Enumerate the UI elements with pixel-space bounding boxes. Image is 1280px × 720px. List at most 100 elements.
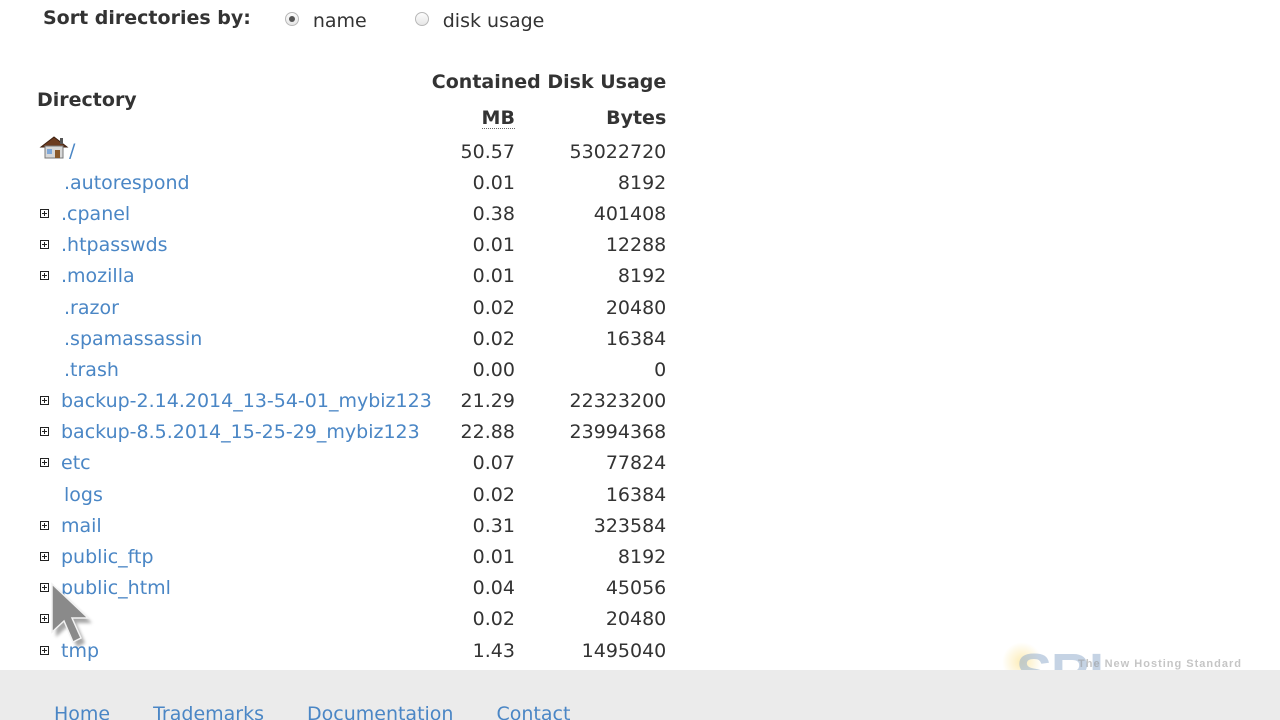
mb-value: 0.02 — [472, 608, 515, 631]
sort-by-disk-usage-radio[interactable] — [414, 12, 429, 26]
table-row: backup-8.5.2014_15-25-29_mybiz123 22.88 23… — [37, 417, 666, 448]
bytes-value: 8192 — [617, 171, 667, 194]
expand-plus-icon[interactable] — [40, 552, 49, 562]
table-row: .razor 0.02 20480 — [37, 292, 666, 323]
table-row: / 50.57 53022720 — [37, 136, 666, 167]
directory-link[interactable]: mail — [61, 515, 102, 537]
directory-link[interactable]: tmp — [61, 640, 99, 662]
bytes-value: 323584 — [593, 514, 667, 537]
directory-link[interactable]: public_ftp — [61, 546, 154, 568]
expand-plus-icon[interactable] — [40, 583, 49, 593]
footer-link-contact[interactable]: Contact — [496, 703, 570, 720]
mb-abbr: MB — [481, 107, 515, 129]
bytes-column-header: Bytes — [606, 107, 667, 129]
footer-link-documentation[interactable]: Documentation — [307, 703, 453, 720]
table-row: backup-2.14.2014_13-54-01_mybiz123 21.29 2… — [37, 386, 666, 417]
footer-links: Home Trademarks Documentation Contact — [54, 703, 613, 720]
home-icon — [39, 135, 69, 164]
expand-plus-icon[interactable] — [40, 396, 49, 406]
bytes-value: 45056 — [605, 577, 667, 600]
expand-plus-icon[interactable] — [40, 208, 49, 218]
directory-cell: public_html — [37, 573, 432, 604]
table-row: logs 0.02 16384 — [37, 479, 666, 510]
table-row: etc 0.07 77824 — [37, 448, 666, 479]
disk-usage-page: Sort directories by: name disk usage Dir… — [0, 0, 1280, 720]
bytes-value: 53022720 — [569, 140, 667, 163]
directory-cell: .mozilla — [37, 261, 432, 292]
directory-cell: logs — [37, 479, 432, 510]
table-row: public_html 0.04 45056 — [37, 573, 666, 604]
directory-link[interactable]: .htpasswds — [61, 234, 168, 256]
sort-label: Sort directories by: — [43, 7, 251, 29]
directory-cell: .autorespond — [37, 167, 432, 198]
bytes-value: 1495040 — [581, 639, 667, 662]
mb-value: 0.01 — [472, 234, 515, 257]
directory-link[interactable]: / — [69, 140, 75, 162]
expand-plus-icon[interactable] — [40, 520, 49, 530]
mb-value: 0.00 — [472, 358, 515, 381]
directory-link[interactable]: public_html — [61, 577, 171, 599]
mb-value: 21.29 — [460, 390, 515, 413]
mb-value: 0.31 — [472, 514, 515, 537]
directory-link[interactable]: logs — [64, 484, 103, 506]
directory-cell: backup-8.5.2014_15-25-29_mybiz123 — [37, 417, 432, 448]
footer-link-trademarks[interactable]: Trademarks — [153, 703, 264, 720]
directory-link[interactable]: backup-8.5.2014_15-25-29_mybiz123 — [61, 421, 420, 443]
bytes-value: 22323200 — [569, 390, 667, 413]
directory-link[interactable]: backup-2.14.2014_13-54-01_mybiz123 — [61, 390, 432, 412]
mb-value: 0.01 — [472, 171, 515, 194]
watermark-tagline: The New Hosting Standard — [1078, 658, 1242, 670]
bytes-value: 20480 — [605, 608, 667, 631]
mb-value: 0.02 — [472, 483, 515, 506]
expand-plus-icon[interactable] — [40, 614, 49, 624]
sort-controls: Sort directories by: name disk usage — [43, 6, 544, 36]
table-row: 0.02 20480 — [37, 604, 666, 635]
expand-plus-icon[interactable] — [40, 240, 49, 250]
table-row: .mozilla 0.01 8192 — [37, 261, 666, 292]
directory-cell: tmp — [37, 635, 432, 666]
bytes-value: 0 — [654, 358, 667, 381]
directory-cell: public_ftp — [37, 541, 432, 572]
directory-cell: etc — [37, 448, 432, 479]
expand-plus-icon[interactable] — [40, 458, 49, 468]
sort-by-disk-usage-option[interactable]: disk usage — [414, 10, 545, 32]
directory-link[interactable]: .spamassassin — [64, 328, 202, 350]
sort-by-name-label: name — [312, 10, 367, 32]
expand-plus-icon[interactable] — [40, 271, 49, 281]
directory-cell: .spamassassin — [37, 323, 432, 354]
bytes-value: 20480 — [605, 296, 667, 319]
expand-plus-icon[interactable] — [40, 645, 49, 655]
mb-value: 0.07 — [472, 452, 515, 475]
table-row: .cpanel 0.38 401408 — [37, 198, 666, 229]
table-row: .autorespond 0.01 8192 — [37, 167, 666, 198]
bytes-value: 8192 — [617, 546, 667, 569]
mb-value: 0.01 — [472, 546, 515, 569]
directory-link[interactable]: .mozilla — [61, 265, 135, 287]
mb-value: 0.02 — [472, 327, 515, 350]
directory-cell: mail — [37, 510, 432, 541]
table-row: public_ftp 0.01 8192 — [37, 541, 666, 572]
directory-cell: .cpanel — [37, 198, 432, 229]
bytes-value: 8192 — [617, 265, 667, 288]
bytes-value: 23994368 — [569, 421, 667, 444]
bytes-value: 12288 — [605, 234, 667, 257]
mb-value: 0.02 — [472, 296, 515, 319]
mb-value: 50.57 — [460, 140, 515, 163]
directory-link[interactable]: etc — [61, 452, 91, 474]
bytes-value: 401408 — [593, 202, 667, 225]
directory-link[interactable]: .trash — [64, 359, 119, 381]
directory-link[interactable]: .cpanel — [61, 203, 130, 225]
sort-by-name-option[interactable]: name — [284, 10, 367, 32]
directory-cell: .htpasswds — [37, 230, 432, 261]
footer-link-home[interactable]: Home — [54, 703, 110, 720]
sort-by-disk-usage-label: disk usage — [442, 10, 545, 32]
expand-plus-icon[interactable] — [40, 427, 49, 437]
mb-value: 1.43 — [472, 639, 515, 662]
bytes-value: 77824 — [605, 452, 667, 475]
directory-link[interactable]: .razor — [64, 297, 119, 319]
table-row: tmp 1.43 1495040 — [37, 635, 666, 666]
directory-link[interactable]: .autorespond — [64, 172, 190, 194]
disk-usage-table: Directory Contained Disk Usage MB Bytes … — [37, 64, 666, 666]
sort-by-name-radio[interactable] — [284, 12, 299, 26]
table-row: .spamassassin 0.02 16384 — [37, 323, 666, 354]
